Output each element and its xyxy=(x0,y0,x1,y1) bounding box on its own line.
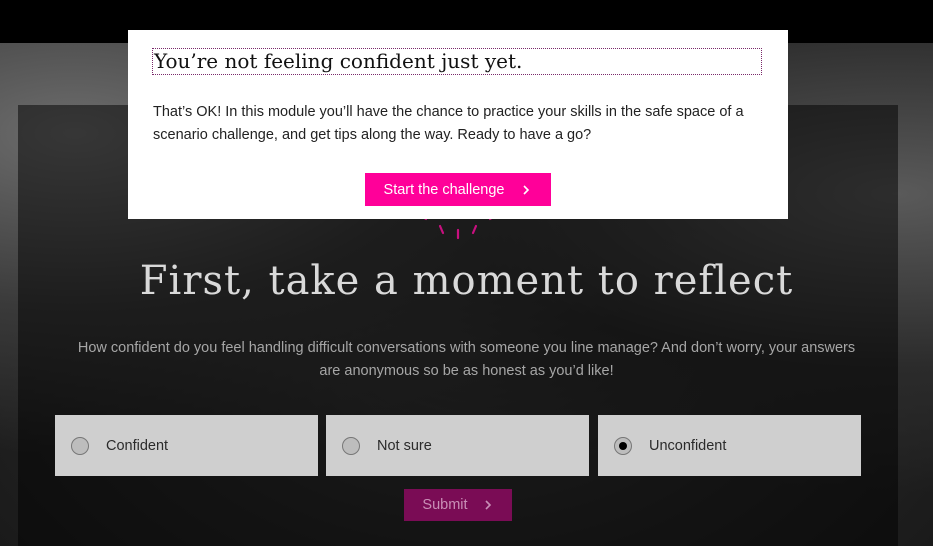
chevron-right-icon xyxy=(484,500,491,510)
radio-button[interactable] xyxy=(71,436,89,455)
feedback-modal: You’re not feeling confident just yet. T… xyxy=(128,30,788,219)
option-not-sure[interactable]: Not sure xyxy=(326,415,589,476)
radio-button-selected[interactable] xyxy=(614,436,632,455)
radio-dot xyxy=(619,441,627,450)
submit-button[interactable]: Submit xyxy=(404,489,512,521)
modal-title: You’re not feeling confident just yet. xyxy=(152,48,762,75)
start-challenge-button[interactable]: Start the challenge xyxy=(365,173,551,206)
option-label: Unconfident xyxy=(649,437,727,454)
modal-body: That’s OK! In this module you’ll have th… xyxy=(153,104,744,143)
option-label: Not sure xyxy=(377,437,432,454)
submit-label: Submit xyxy=(422,497,468,513)
option-label: Confident xyxy=(106,437,169,454)
option-confident[interactable]: Confident xyxy=(55,415,318,476)
chevron-right-icon xyxy=(523,184,530,195)
start-challenge-label: Start the challenge xyxy=(383,181,505,198)
reflect-title: First, take a moment to reflect xyxy=(139,258,794,304)
reflect-question: How confident do you feel handling diffi… xyxy=(77,340,856,379)
radio-button[interactable] xyxy=(342,436,360,455)
option-unconfident[interactable]: Unconfident xyxy=(598,415,861,476)
